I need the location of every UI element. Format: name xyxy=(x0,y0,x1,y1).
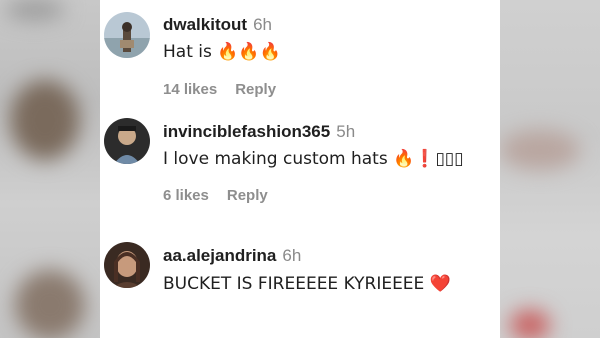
comment-time: 6h xyxy=(282,246,302,265)
comment-text: Hat is 🔥🔥🔥 xyxy=(163,42,281,62)
avatar[interactable] xyxy=(104,118,150,164)
comment-username[interactable]: invinciblefashion365 5h xyxy=(163,122,355,142)
comment-meta: 6 likes Reply xyxy=(163,187,268,204)
comment-item: dwalkitout 6h Hat is 🔥🔥🔥 14 likes Reply xyxy=(100,0,500,110)
background-right xyxy=(500,0,600,338)
comment-username[interactable]: aa.alejandrina 6h xyxy=(163,246,301,266)
username-text[interactable]: aa.alejandrina xyxy=(163,246,276,265)
avatar[interactable] xyxy=(104,242,150,288)
username-text[interactable]: dwalkitout xyxy=(163,15,247,34)
comment-text: BUCKET IS FIREEEEE KYRIEEEE ❤️ xyxy=(163,274,451,294)
background-left xyxy=(0,0,100,338)
avatar[interactable] xyxy=(104,12,150,58)
reply-button[interactable]: Reply xyxy=(227,187,268,204)
comment-item: aa.alejandrina 6h BUCKET IS FIREEEEE KYRI… xyxy=(100,232,500,338)
comments-panel: dwalkitout 6h Hat is 🔥🔥🔥 14 likes Reply in… xyxy=(100,0,500,338)
comment-time: 6h xyxy=(253,15,272,34)
likes-count[interactable]: 14 likes xyxy=(163,81,217,98)
comment-username[interactable]: dwalkitout 6h xyxy=(163,15,272,35)
comment-meta: 14 likes Reply xyxy=(163,81,276,98)
likes-count[interactable]: 6 likes xyxy=(163,187,209,204)
reply-button[interactable]: Reply xyxy=(235,81,276,98)
comment-time: 5h xyxy=(336,122,356,141)
comment-text: I love making custom hats 🔥❗▯▯▯ xyxy=(163,149,464,169)
username-text[interactable]: invinciblefashion365 xyxy=(163,122,330,141)
comment-item: invinciblefashion365 5h I love making cus… xyxy=(100,110,500,220)
